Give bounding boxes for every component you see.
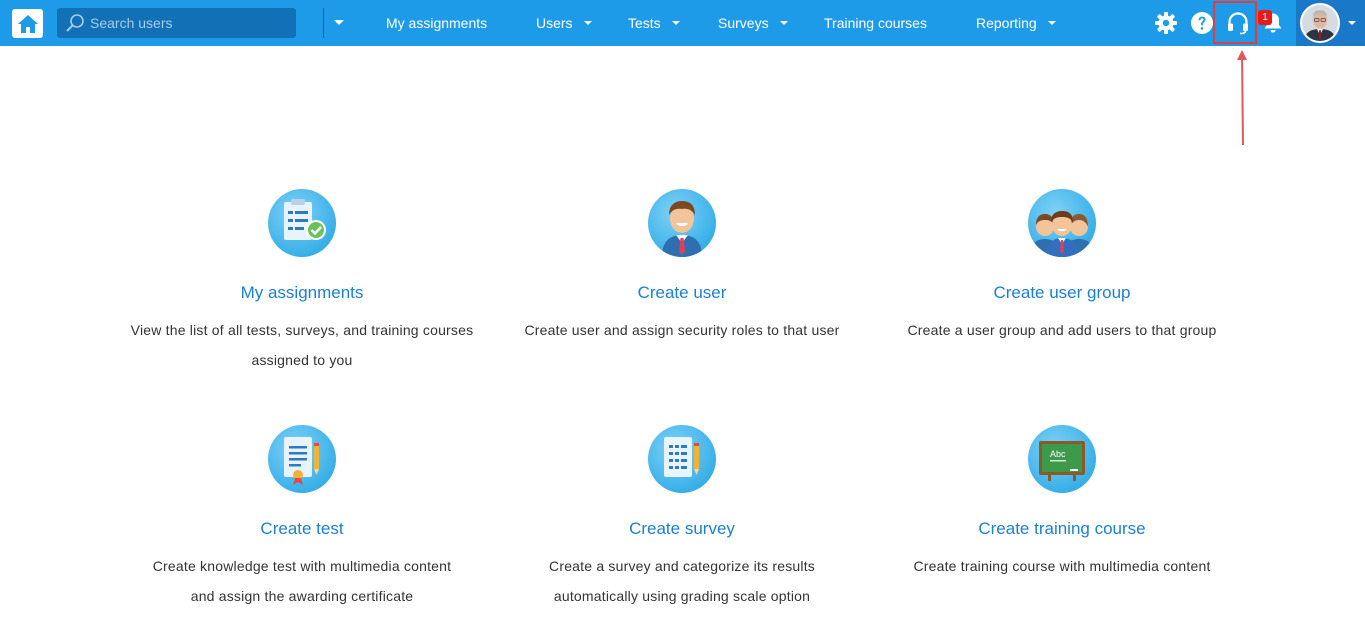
card-description-line: automatically using grading scale option (553, 588, 811, 604)
chevron-down-icon (1348, 21, 1356, 25)
card-description-line: assigned to you (251, 352, 353, 368)
search-icon (66, 14, 84, 32)
nav-label: My assignments (386, 15, 488, 31)
headset-icon[interactable] (1226, 11, 1250, 35)
search-users-input[interactable] (90, 8, 290, 38)
card-create-user: Create user Create user and assign secur… (492, 189, 872, 345)
nav-label: Surveys (718, 15, 769, 31)
card-create-survey: Create survey Create a survey and catego… (492, 425, 872, 611)
gear-icon[interactable] (1154, 11, 1178, 35)
card-create-user-group: Create user group Create a user group an… (872, 189, 1252, 345)
card-description: Create a survey and categorize its resul… (492, 551, 872, 611)
chalkboard-icon[interactable]: Abc (1028, 425, 1096, 493)
card-description-line: Create training course with multimedia c… (913, 558, 1211, 574)
chevron-down-icon (333, 20, 344, 25)
user-photo-icon (1302, 5, 1338, 41)
home-button[interactable] (12, 9, 43, 38)
nav-label: Training courses (824, 15, 927, 31)
help-icon[interactable] (1190, 11, 1214, 35)
card-title[interactable]: My assignments (112, 283, 492, 303)
card-description-line: Create knowledge test with multimedia co… (152, 558, 452, 574)
card-title[interactable]: Create user group (872, 283, 1252, 303)
card-description: Create user and assign security roles to… (492, 315, 872, 345)
card-description-line: Create a survey and categorize its resul… (549, 558, 815, 574)
nav-surveys[interactable]: Surveys (718, 0, 788, 46)
avatar[interactable] (1300, 3, 1340, 43)
card-create-test: Create test Create knowledge test with m… (112, 425, 492, 611)
clipboard-check-icon[interactable] (268, 189, 336, 257)
card-title[interactable]: Create training course (872, 519, 1252, 539)
nav-label: Users (536, 15, 573, 31)
card-title[interactable]: Create user (492, 283, 872, 303)
card-description-line: View the list of all tests, surveys, and… (130, 322, 474, 338)
test-document-icon[interactable] (268, 425, 336, 493)
nav-tests[interactable]: Tests (628, 0, 680, 46)
chalkboard-text: Abc (1050, 449, 1066, 459)
top-navigation-bar: My assignments Users Tests Surveys Train… (0, 0, 1365, 46)
search-filter-dropdown[interactable] (324, 8, 353, 38)
card-create-training-course: Abc Create training course Create traini… (872, 425, 1252, 581)
user-group-icon[interactable] (1028, 189, 1096, 257)
chevron-down-icon (779, 21, 788, 26)
card-description: Create training course with multimedia c… (872, 551, 1252, 581)
chevron-down-icon (583, 21, 592, 26)
nav-my-assignments[interactable]: My assignments (386, 0, 487, 46)
survey-document-icon[interactable] (648, 425, 716, 493)
nav-training-courses[interactable]: Training courses (824, 0, 927, 46)
nav-label: Tests (628, 15, 661, 31)
nav-reporting[interactable]: Reporting (976, 0, 1056, 46)
card-description: View the list of all tests, surveys, and… (112, 315, 492, 375)
card-description: Create knowledge test with multimedia co… (112, 551, 492, 611)
chevron-down-icon (1047, 21, 1056, 26)
user-icon[interactable] (648, 189, 716, 257)
annotation-arrow (1237, 50, 1247, 146)
card-description: Create a user group and add users to tha… (872, 315, 1252, 345)
chevron-down-icon (671, 21, 680, 26)
home-icon (17, 14, 38, 33)
card-description-line: Create a user group and add users to tha… (907, 322, 1217, 338)
card-title[interactable]: Create survey (492, 519, 872, 539)
card-title[interactable]: Create test (112, 519, 492, 539)
card-description-line: and assign the awarding certificate (190, 588, 414, 604)
search-users-box (57, 8, 344, 38)
user-menu[interactable] (1296, 0, 1365, 46)
card-my-assignments: My assignments View the list of all test… (112, 189, 492, 375)
nav-users[interactable]: Users (536, 0, 592, 46)
nav-label: Reporting (976, 15, 1037, 31)
card-description-line: Create user and assign security roles to… (524, 322, 840, 338)
notification-count-badge: 1 (1258, 10, 1272, 25)
